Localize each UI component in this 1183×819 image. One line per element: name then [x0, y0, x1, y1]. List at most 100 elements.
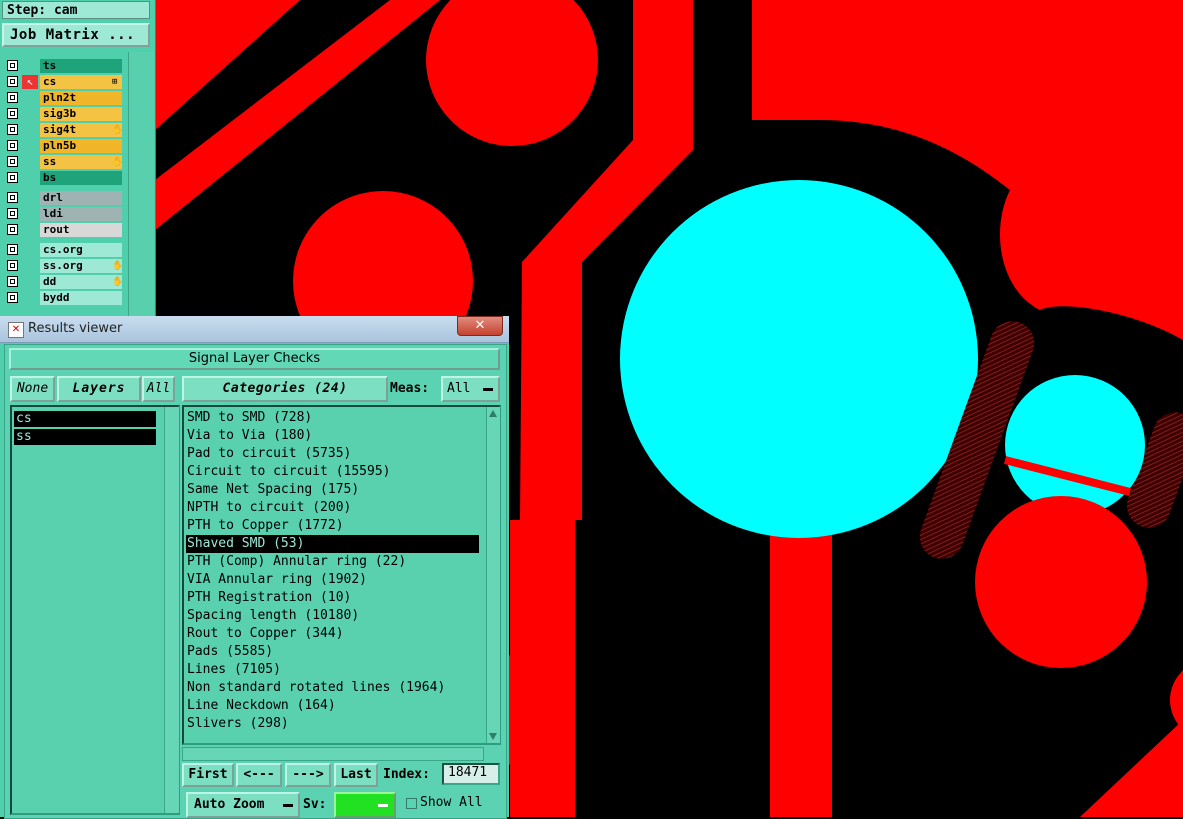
category-item[interactable]: Circuit to circuit (15595)	[186, 463, 391, 481]
result-layer-item[interactable]: cs	[14, 411, 156, 427]
layer-checkbox[interactable]	[7, 60, 18, 71]
layer-checkbox[interactable]	[7, 76, 18, 87]
work-layer-arrow-icon: ↖	[22, 75, 38, 89]
scroll-up-icon[interactable]	[489, 410, 497, 417]
layer-row[interactable]: sig4t ✋	[4, 122, 126, 138]
layer-row[interactable]: bydd	[4, 290, 126, 306]
category-item[interactable]: PTH Registration (10)	[186, 589, 351, 607]
category-item[interactable]: Line Neckdown (164)	[186, 697, 336, 715]
layer-name[interactable]: ss.org	[40, 259, 122, 273]
layer-checkbox[interactable]	[7, 192, 18, 203]
category-item[interactable]: Slivers (298)	[186, 715, 289, 733]
job-matrix-button[interactable]: Job Matrix ...	[2, 23, 150, 47]
layer-name[interactable]: pln5b	[40, 139, 122, 153]
check-group-title[interactable]: Signal Layer Checks	[9, 348, 500, 370]
layer-row[interactable]: ss ✋	[4, 154, 126, 170]
category-item[interactable]: PTH (Comp) Annular ring (22)	[186, 553, 406, 571]
category-item[interactable]: PTH to Copper (1772)	[186, 517, 344, 535]
category-item[interactable]: Pads (5585)	[186, 643, 273, 661]
close-button[interactable]: ✕	[457, 316, 503, 336]
category-item[interactable]: Same Net Spacing (175)	[186, 481, 359, 499]
sv-color-dropdown[interactable]	[334, 792, 396, 818]
viewer-body: Signal Layer Checks None Layers All Cate…	[4, 344, 507, 819]
layer-row[interactable]: bs	[4, 170, 126, 186]
all-button[interactable]: All	[142, 376, 175, 402]
index-label: Index:	[383, 767, 430, 782]
layer-checkbox[interactable]	[7, 292, 18, 303]
layer-row[interactable]: ts	[4, 58, 126, 74]
title-bar[interactable]: ✕ Results viewer ✕	[0, 316, 509, 343]
category-item[interactable]: SMD to SMD (728)	[186, 409, 312, 427]
layer-name[interactable]: cs	[40, 75, 122, 89]
layer-checkbox[interactable]	[7, 244, 18, 255]
categories-scrollbar[interactable]	[486, 407, 500, 743]
layer-list-scrollbar[interactable]	[164, 407, 179, 813]
index-input[interactable]: 18471	[442, 763, 500, 785]
layer-name[interactable]: ldi	[40, 207, 122, 221]
category-item[interactable]: Shaved SMD (53)	[186, 535, 479, 553]
layer-results-list[interactable]: cs ss	[10, 405, 180, 815]
layer-name[interactable]: sig4t	[40, 123, 122, 137]
category-item[interactable]: Via to Via (180)	[186, 427, 312, 445]
layer-row[interactable]: pln2t	[4, 90, 126, 106]
category-item[interactable]: NPTH to circuit (200)	[186, 499, 351, 517]
none-button[interactable]: None	[10, 376, 55, 402]
layer-row[interactable]: sig3b	[4, 106, 126, 122]
categories-hscrollbar[interactable]	[182, 747, 484, 761]
layer-row[interactable]: rout	[4, 222, 126, 238]
category-item[interactable]: Non standard rotated lines (1964)	[186, 679, 445, 697]
layer-checkbox[interactable]	[7, 124, 18, 135]
layer-row[interactable]: cs.org	[4, 242, 126, 258]
layer-name[interactable]: pln2t	[40, 91, 122, 105]
scroll-down-icon[interactable]	[489, 733, 497, 740]
layer-checkbox[interactable]	[7, 92, 18, 103]
categories-list[interactable]: SMD to SMD (728) Via to Via (180) Pad to c…	[182, 405, 501, 745]
auto-zoom-dropdown[interactable]: Auto Zoom	[186, 792, 300, 818]
category-item[interactable]: Rout to Copper (344)	[186, 625, 344, 643]
last-button[interactable]: Last	[334, 763, 378, 787]
layer-name[interactable]: cs.org	[40, 243, 122, 257]
layer-row[interactable]: pln5b	[4, 138, 126, 154]
layer-flag-icon: ⊞	[112, 77, 118, 87]
layer-row[interactable]: ss.org ✋	[4, 258, 126, 274]
layer-flag-icon: ✋	[112, 157, 124, 167]
categories-button[interactable]: Categories (24)	[182, 376, 388, 402]
next-button[interactable]: --->	[285, 763, 331, 787]
layers-button[interactable]: Layers	[57, 376, 141, 402]
layer-checkbox[interactable]	[7, 224, 18, 235]
meas-dropdown[interactable]: All	[441, 376, 500, 402]
layer-checkbox[interactable]	[7, 208, 18, 219]
layer-row[interactable]: drl	[4, 190, 126, 206]
show-all-label: Show All	[420, 795, 483, 810]
copper-pad	[975, 496, 1147, 668]
layer-name[interactable]: drl	[40, 191, 122, 205]
result-layer-item[interactable]: ss	[14, 429, 156, 445]
layer-name[interactable]: rout	[40, 223, 122, 237]
layer-checkbox[interactable]	[7, 140, 18, 151]
show-all-checkbox[interactable]	[406, 798, 417, 809]
previous-button[interactable]: <---	[236, 763, 282, 787]
layer-checkbox[interactable]	[7, 108, 18, 119]
layer-checkbox[interactable]	[7, 172, 18, 183]
category-item[interactable]: Pad to circuit (5735)	[186, 445, 351, 463]
category-item[interactable]: Lines (7105)	[186, 661, 281, 679]
layer-checkbox[interactable]	[7, 276, 18, 287]
app-icon: ✕	[8, 322, 24, 338]
layer-name[interactable]: ss	[40, 155, 122, 169]
layer-name[interactable]: bs	[40, 171, 122, 185]
layer-name[interactable]: ts	[40, 59, 122, 73]
layer-row[interactable]: ldi	[4, 206, 126, 222]
category-item[interactable]: VIA Annular ring (1902)	[186, 571, 367, 589]
layer-name[interactable]: dd	[40, 275, 122, 289]
step-label: Step: cam	[2, 1, 150, 19]
first-button[interactable]: First	[182, 763, 234, 787]
dropdown-arrow-icon	[378, 804, 388, 807]
layer-name[interactable]: bydd	[40, 291, 122, 305]
layer-row[interactable]: ↖ cs ⊞	[4, 74, 126, 90]
layer-panel-scrollbar[interactable]	[128, 52, 154, 322]
layer-name[interactable]: sig3b	[40, 107, 122, 121]
layer-checkbox[interactable]	[7, 260, 18, 271]
layer-checkbox[interactable]	[7, 156, 18, 167]
category-item[interactable]: Spacing length (10180)	[186, 607, 359, 625]
layer-row[interactable]: dd ✋	[4, 274, 126, 290]
